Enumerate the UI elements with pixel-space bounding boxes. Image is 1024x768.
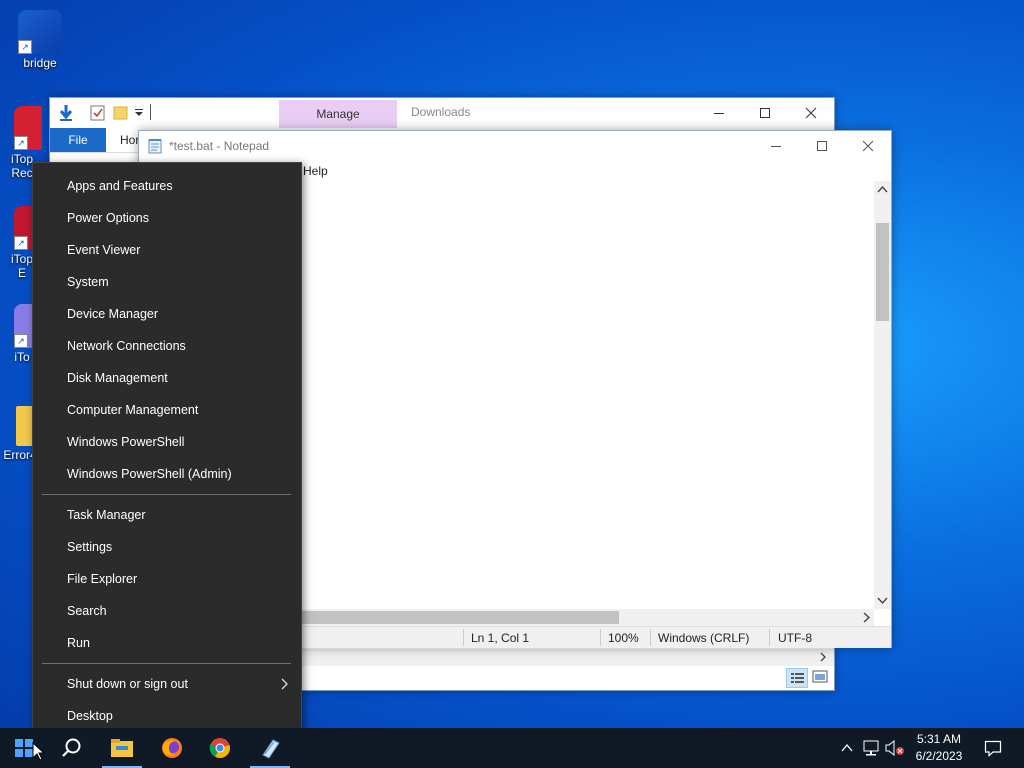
menu-item-settings[interactable]: Settings — [34, 531, 300, 563]
status-line-ending: Windows (CRLF) — [658, 631, 750, 645]
notepad-app-icon — [262, 739, 280, 759]
menu-item-system[interactable]: System — [34, 266, 300, 298]
notification-icon — [984, 740, 1002, 757]
menu-item-run[interactable]: Run — [34, 627, 300, 659]
folder-icon — [111, 739, 133, 757]
explorer-titlebar[interactable]: Manage Downloads — [50, 98, 834, 128]
shortcut-arrow-icon: ↗ — [18, 40, 32, 54]
taskbar-notepad[interactable] — [246, 728, 294, 768]
menu-item-search[interactable]: Search — [34, 595, 300, 627]
quick-access-dropdown-icon[interactable] — [134, 108, 144, 118]
tab-file[interactable]: File — [50, 128, 106, 152]
notepad-app-icon — [148, 139, 162, 154]
windows-logo-icon — [15, 739, 33, 757]
menu-item-power-options[interactable]: Power Options — [34, 202, 300, 234]
details-view-button[interactable] — [786, 668, 808, 688]
desktop-icon-label: bridge — [23, 56, 57, 70]
chevron-right-icon — [281, 678, 288, 690]
tab-manage[interactable]: Manage — [279, 100, 397, 128]
notepad-close-button[interactable] — [845, 131, 891, 161]
properties-checkbox-icon[interactable] — [90, 105, 106, 121]
menu-item-windows-powershell[interactable]: Windows PowerShell — [34, 426, 300, 458]
clock-time: 5:31 AM — [916, 732, 962, 746]
shortcut-arrow-icon: ↗ — [14, 334, 28, 348]
maximize-icon — [760, 108, 770, 118]
taskbar: 5:31 AM 6/2/2023 — [0, 728, 1024, 768]
status-separator — [769, 629, 770, 646]
maximize-icon — [817, 141, 827, 151]
menu-item-file-explorer[interactable]: File Explorer — [34, 563, 300, 595]
menu-item-network-connections[interactable]: Network Connections — [34, 330, 300, 362]
bridge-app-icon: ↗ — [18, 10, 62, 54]
explorer-maximize-button[interactable] — [742, 98, 788, 128]
menu-item-apps-and-features[interactable]: Apps and Features — [34, 170, 300, 202]
clock-date: 6/2/2023 — [915, 749, 963, 763]
status-zoom: 100% — [608, 631, 639, 645]
menu-item-event-viewer[interactable]: Event Viewer — [34, 234, 300, 266]
menu-item-device-manager[interactable]: Device Manager — [34, 298, 300, 330]
vertical-scroll-thumb[interactable] — [876, 223, 889, 321]
minimize-icon — [771, 146, 781, 147]
notepad-vertical-scrollbar[interactable] — [874, 181, 891, 609]
winx-power-user-menu: Apps and Features Power Options Event Vi… — [32, 162, 302, 742]
mouse-pointer-icon — [32, 742, 46, 761]
desktop-icon-bridge[interactable]: ↗ bridge — [8, 10, 72, 70]
status-encoding: UTF-8 — [778, 631, 812, 645]
chevron-up-icon — [841, 743, 853, 752]
chrome-icon — [209, 738, 230, 759]
new-folder-icon[interactable] — [113, 105, 129, 121]
titlebar-divider — [150, 104, 151, 120]
network-status-button[interactable] — [860, 728, 882, 768]
menu-item-shut-down-or-sign-out[interactable]: Shut down or sign out — [34, 668, 300, 700]
taskbar-search-button[interactable] — [48, 728, 96, 768]
notepad-maximize-button[interactable] — [799, 131, 845, 161]
speaker-muted-icon — [885, 740, 904, 756]
menu-help[interactable]: Help — [303, 164, 328, 178]
taskbar-chrome[interactable] — [196, 728, 244, 768]
explorer-location-title: Downloads — [411, 105, 471, 119]
notepad-window-title: *test.bat - Notepad — [169, 139, 270, 153]
menu-divider — [42, 494, 291, 495]
tab-home[interactable]: Hor — [120, 133, 139, 147]
status-cursor-position: Ln 1, Col 1 — [471, 631, 530, 645]
action-center-button[interactable] — [978, 728, 1008, 768]
menu-item-windows-powershell-admin[interactable]: Windows PowerShell (Admin) — [34, 458, 300, 490]
network-ethernet-icon — [863, 740, 879, 756]
show-hidden-icons-button[interactable] — [836, 728, 858, 768]
status-separator — [650, 629, 651, 646]
status-separator — [600, 629, 601, 646]
scroll-right-icon[interactable] — [818, 652, 828, 662]
large-icons-view-icon — [812, 670, 828, 683]
itop-recorder-app-icon: ↗ — [14, 106, 42, 150]
firefox-icon — [162, 738, 182, 758]
menu-item-disk-management[interactable]: Disk Management — [34, 362, 300, 394]
close-icon — [862, 140, 874, 152]
explorer-close-button[interactable] — [788, 98, 834, 128]
taskbar-firefox[interactable] — [148, 728, 196, 768]
large-icons-view-button[interactable] — [810, 668, 830, 686]
close-icon — [805, 107, 817, 119]
download-arrow-icon — [59, 105, 73, 121]
notepad-minimize-button[interactable] — [753, 131, 799, 161]
search-icon — [62, 738, 81, 757]
scroll-down-icon[interactable] — [877, 595, 888, 605]
status-separator — [463, 629, 464, 646]
shortcut-arrow-icon: ↗ — [14, 236, 28, 250]
scroll-right-icon[interactable] — [861, 612, 871, 623]
explorer-minimize-button[interactable] — [696, 98, 742, 128]
menu-item-computer-management[interactable]: Computer Management — [34, 394, 300, 426]
menu-item-task-manager[interactable]: Task Manager — [34, 499, 300, 531]
notepad-titlebar[interactable]: *test.bat - Notepad — [139, 131, 891, 161]
menu-divider — [42, 663, 291, 664]
volume-muted-button[interactable] — [884, 728, 906, 768]
taskbar-file-explorer[interactable] — [98, 728, 146, 768]
taskbar-clock[interactable]: 5:31 AM 6/2/2023 — [908, 731, 970, 765]
shortcut-arrow-icon: ↗ — [14, 136, 28, 150]
details-view-icon — [791, 673, 804, 683]
scroll-up-icon[interactable] — [877, 185, 888, 195]
minimize-icon — [714, 113, 724, 114]
